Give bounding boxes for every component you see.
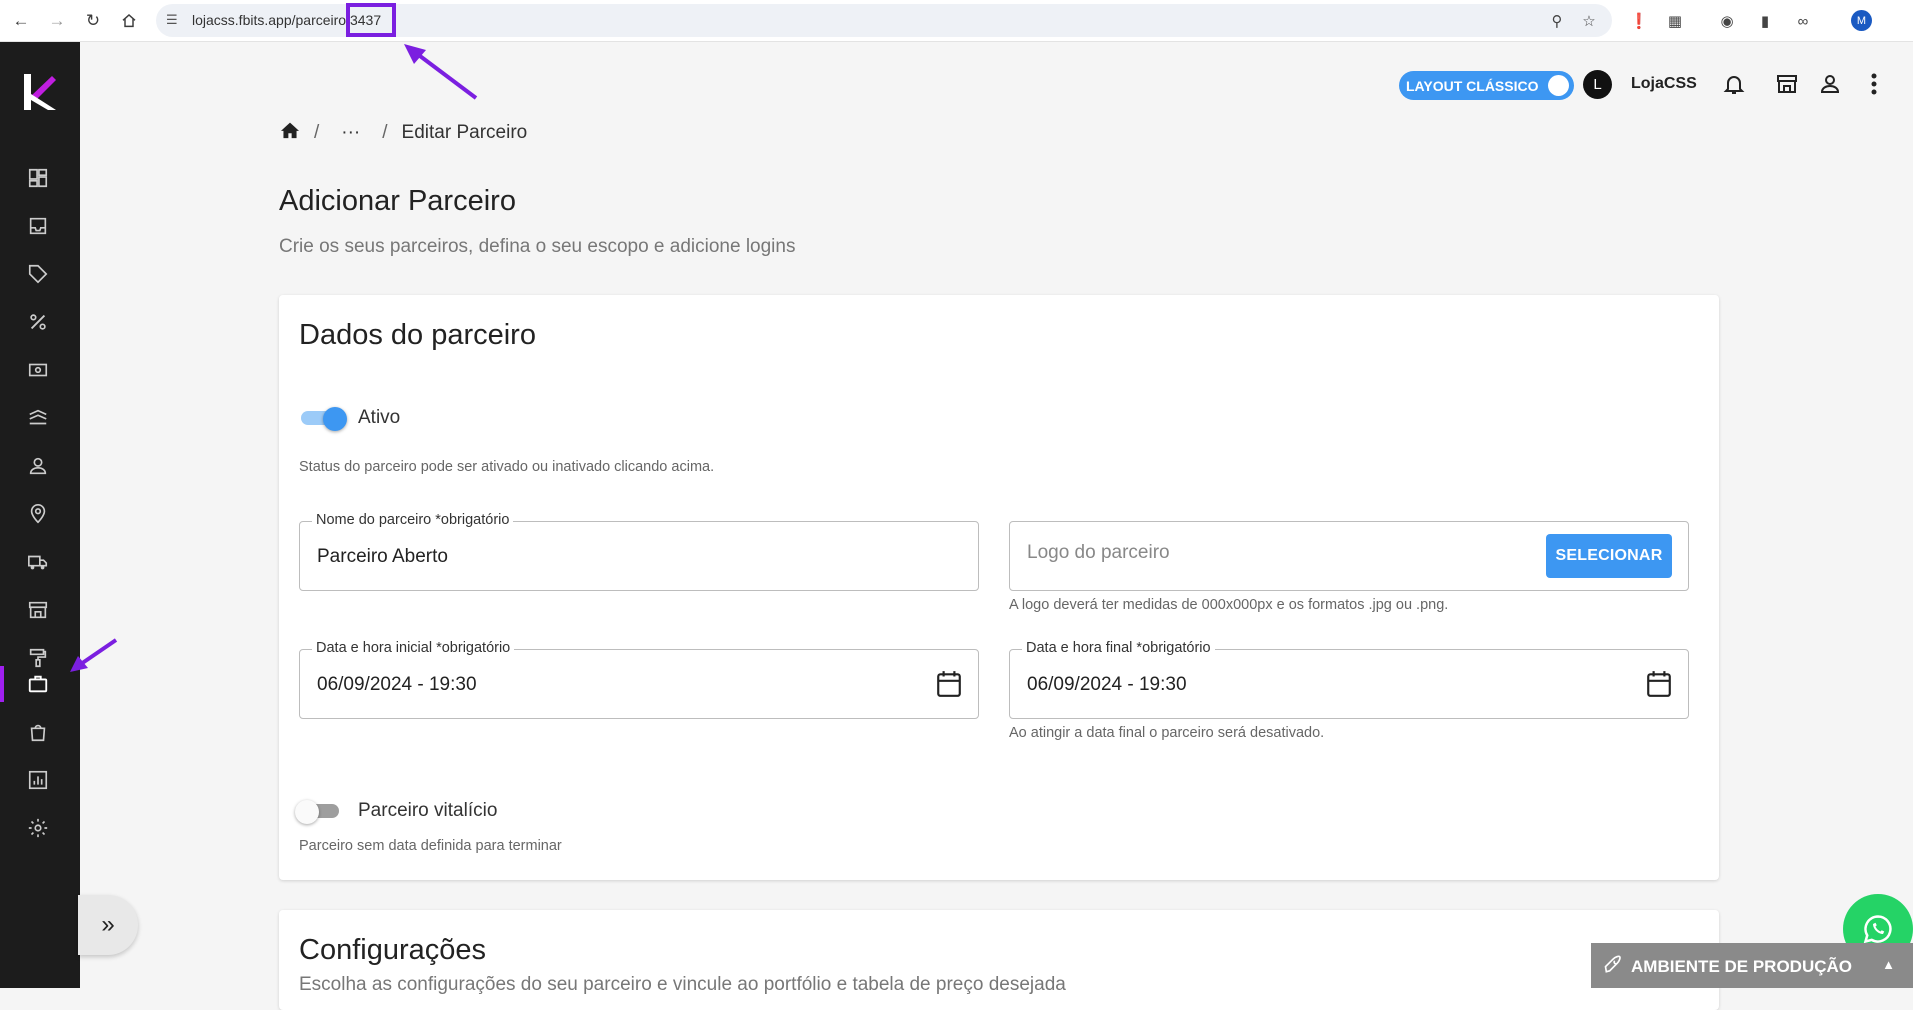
- shopping-bag-icon[interactable]: [20, 714, 56, 750]
- active-switch[interactable]: [299, 407, 347, 431]
- incognito-icon[interactable]: ◉: [1716, 10, 1738, 32]
- reports-icon[interactable]: [20, 762, 56, 798]
- sidebar-active-indicator: [0, 666, 4, 702]
- layers-icon[interactable]: [20, 400, 56, 436]
- partner-name-value: Parceiro Aberto: [317, 546, 448, 567]
- brand-logo[interactable]: [22, 72, 58, 112]
- annotation-arrow-url: [404, 44, 478, 100]
- card-title: Dados do parceiro: [299, 319, 536, 351]
- end-datetime-legend: Data e hora final *obrigatório: [1022, 640, 1215, 656]
- start-datetime-field[interactable]: Data e hora inicial *obrigatório 06/09/2…: [299, 640, 979, 719]
- zoom-icon[interactable]: ⚲: [1546, 10, 1568, 32]
- logo-help-text: A logo deverá ter medidas de 000x000px e…: [1009, 597, 1449, 613]
- calendar-icon[interactable]: [936, 670, 962, 698]
- home-icon[interactable]: [116, 8, 142, 34]
- config-title: Configurações: [299, 934, 486, 966]
- active-label: Ativo: [358, 407, 401, 428]
- site-info-icon[interactable]: ☰: [166, 12, 178, 28]
- account-icon[interactable]: [1816, 70, 1844, 98]
- start-datetime-legend: Data e hora inicial *obrigatório: [312, 640, 515, 656]
- storefront-icon[interactable]: [1773, 70, 1801, 98]
- partner-data-card: Dados do parceiro Ativo Status do parcei…: [279, 295, 1719, 880]
- configuration-card: Configurações Escolha as configurações d…: [279, 910, 1719, 1010]
- partner-logo-placeholder: Logo do parceiro: [1027, 542, 1170, 563]
- page-title: Adicionar Parceiro: [279, 185, 516, 217]
- chevron-up-icon[interactable]: ▲: [1882, 957, 1895, 972]
- calendar-icon[interactable]: [1646, 670, 1672, 698]
- rocket-icon: [1603, 955, 1623, 980]
- store-name[interactable]: LojaCSS: [1631, 75, 1697, 93]
- puzzle-icon[interactable]: ▦: [1664, 10, 1686, 32]
- environment-banner[interactable]: AMBIENTE DE PRODUÇÃO ▲: [1591, 943, 1913, 988]
- layout-toggle-knob: [1548, 75, 1569, 96]
- end-date-help-text: Ao atingir a data final o parceiro será …: [1009, 725, 1325, 741]
- end-datetime-field[interactable]: Data e hora final *obrigatório 06/09/202…: [1009, 640, 1689, 719]
- sidebar: [0, 42, 80, 988]
- breadcrumb: / ··· / Editar Parceiro: [280, 121, 527, 145]
- select-logo-button[interactable]: SELECIONAR: [1546, 534, 1672, 578]
- briefcase-icon[interactable]: [20, 666, 56, 702]
- layout-toggle-label: LAYOUT CLÁSSICO: [1406, 78, 1539, 94]
- forward-icon[interactable]: →: [44, 8, 70, 34]
- truck-icon[interactable]: [20, 544, 56, 580]
- breadcrumb-separator: /: [382, 122, 388, 143]
- link-icon[interactable]: ∞: [1792, 10, 1814, 32]
- page-subtitle: Crie os seus parceiros, defina o seu esc…: [279, 236, 796, 257]
- partner-name-legend: Nome do parceiro *obrigatório: [312, 512, 514, 528]
- url-highlight-box: [346, 3, 396, 37]
- environment-label: AMBIENTE DE PRODUÇÃO: [1631, 957, 1853, 976]
- percent-icon[interactable]: [20, 304, 56, 340]
- breadcrumb-home-icon[interactable]: [280, 121, 300, 145]
- partner-logo-field[interactable]: Logo do parceiro SELECIONAR: [1009, 521, 1689, 591]
- extension-icon[interactable]: ❗: [1628, 10, 1650, 32]
- layout-classic-toggle[interactable]: LAYOUT CLÁSSICO: [1399, 71, 1574, 100]
- annotation-arrow-sidebar: [70, 638, 118, 672]
- expand-sidebar-button[interactable]: »: [78, 895, 138, 955]
- config-subtitle: Escolha as configurações do seu parceiro…: [299, 974, 1066, 995]
- money-icon[interactable]: [20, 352, 56, 388]
- tag-icon[interactable]: [20, 256, 56, 292]
- end-datetime-value: 06/09/2024 - 19:30: [1027, 674, 1187, 695]
- dashboard-icon[interactable]: [20, 160, 56, 196]
- reload-icon[interactable]: ↻: [80, 8, 106, 34]
- partner-name-field[interactable]: Nome do parceiro *obrigatório Parceiro A…: [299, 512, 979, 591]
- bell-icon[interactable]: [1720, 70, 1748, 98]
- breadcrumb-separator: /: [314, 122, 320, 143]
- translate-icon[interactable]: ▮: [1754, 10, 1776, 32]
- lifetime-switch[interactable]: [295, 800, 343, 824]
- store-icon[interactable]: [20, 592, 56, 628]
- url-text: lojacss.fbits.app/parceiro: [192, 12, 347, 28]
- more-vert-icon[interactable]: [1860, 70, 1888, 98]
- browser-toolbar: ← → ↻ ☰ lojacss.fbits.app/parceiro/3437 …: [0, 0, 1913, 42]
- settings-gear-icon[interactable]: [20, 810, 56, 846]
- breadcrumb-current: Editar Parceiro: [401, 122, 528, 143]
- profile-avatar[interactable]: M: [1851, 10, 1872, 31]
- active-help-text: Status do parceiro pode ser ativado ou i…: [299, 459, 715, 475]
- start-datetime-value: 06/09/2024 - 19:30: [317, 674, 477, 695]
- store-avatar[interactable]: L: [1583, 70, 1612, 99]
- lifetime-label: Parceiro vitalício: [358, 800, 498, 821]
- back-icon[interactable]: ←: [8, 8, 34, 34]
- bookmark-star-icon[interactable]: ☆: [1578, 10, 1600, 32]
- inbox-icon[interactable]: [20, 208, 56, 244]
- location-icon[interactable]: [20, 496, 56, 532]
- lifetime-help-text: Parceiro sem data definida para terminar: [299, 838, 562, 854]
- user-icon[interactable]: [20, 448, 56, 484]
- breadcrumb-ellipsis[interactable]: ···: [341, 122, 360, 144]
